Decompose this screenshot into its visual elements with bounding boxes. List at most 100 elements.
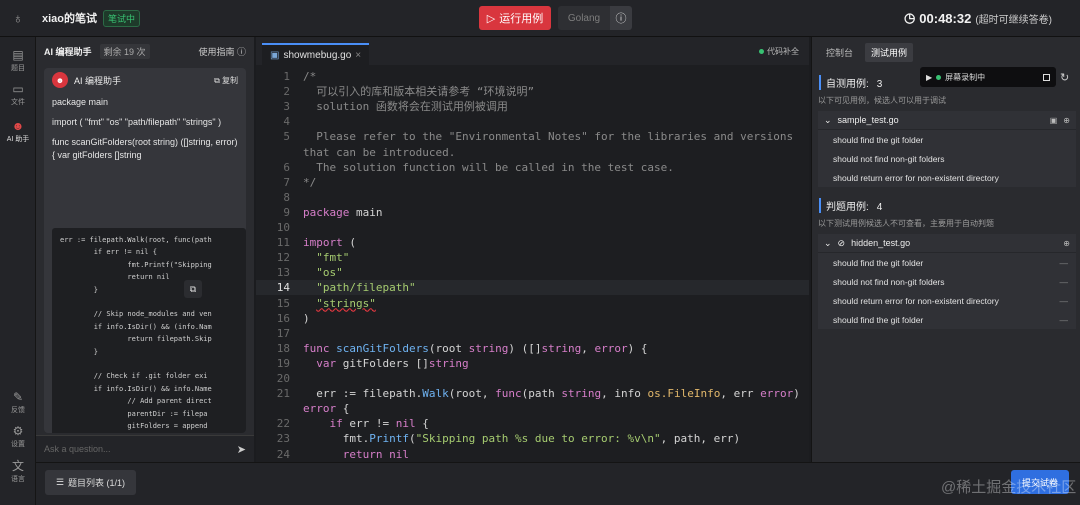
line-number: 20 — [276, 372, 290, 385]
line-number: 7 — [283, 175, 290, 189]
code-line[interactable]: 4 — [256, 114, 809, 129]
test-case-item[interactable]: should not find non-git folders — [818, 149, 1076, 168]
chat-message-header: ☻ AI 编程助手 ⧉ 复制 — [44, 68, 246, 92]
code-line[interactable]: error { — [256, 401, 809, 416]
rail-item-feedback[interactable]: ✎ 反馈 — [0, 391, 36, 415]
hidden-test-group: ⌄ ⊘ hidden_test.go ⊕ should find the git… — [818, 234, 1076, 329]
code-line[interactable]: 8 — [256, 190, 809, 205]
rail-item-settings[interactable]: ⚙ 设置 — [0, 425, 36, 449]
ai-question-input[interactable] — [44, 444, 224, 454]
code-line[interactable]: 1 /* — [256, 69, 809, 84]
code-text: solution 函数将会在测试用例被调用 — [303, 100, 508, 114]
code-line[interactable]: 6 The solution function will be called i… — [256, 160, 809, 175]
ai-question-bar: ➤ — [36, 435, 254, 462]
code-line[interactable]: 17 — [256, 326, 809, 341]
self-test-desc: 以下可见用例，候选人可以用于调试 — [818, 96, 946, 105]
chat-sender-name: AI 编程助手 — [74, 75, 122, 86]
stop-icon[interactable] — [1043, 73, 1050, 81]
code-text: that can be introduced. — [303, 145, 456, 159]
self-test-title: 自测用例: 3 — [819, 75, 882, 90]
recording-label: 屏幕录制中 — [945, 72, 986, 82]
line-number: 15 — [276, 296, 290, 310]
code-line[interactable]: 3 solution 函数将会在测试用例被调用 — [256, 99, 809, 114]
camera-icon: ▶ — [926, 72, 933, 82]
test-case-item[interactable]: should return error for non-existent dir… — [818, 291, 1076, 310]
rail-label: 文件 — [11, 99, 25, 106]
code-line[interactable]: 14 "path/filepath" — [256, 280, 809, 296]
code-text: 可以引入的库和版本相关请参考 “环境说明” — [303, 85, 535, 99]
code-line[interactable]: 11 import ( — [256, 235, 809, 250]
chat-paragraph: func scanGitFolders(root string) ([]stri… — [52, 137, 238, 160]
test-case-label: should return error for non-existent dir… — [833, 172, 999, 183]
code-text: var gitFolders []string — [316, 356, 469, 370]
chevron-down-icon: ⌄ — [824, 114, 832, 125]
refresh-icon[interactable]: ↻ — [1060, 71, 1069, 84]
code-line[interactable]: 21 err := filepath.Walk(root, func(path … — [256, 386, 809, 401]
code-line[interactable]: 10 — [256, 220, 809, 235]
code-line[interactable]: 7 */ — [256, 175, 809, 190]
rail-item-problem[interactable]: ▤ 题目 — [0, 49, 36, 73]
code-text: import ( — [303, 236, 356, 250]
code-line[interactable]: 22 if err != nil { — [256, 416, 809, 431]
test-case-item[interactable]: should not find non-git folders — — [818, 272, 1076, 291]
problem-list-label: 题目列表 (1/1) — [68, 478, 126, 488]
copy-code-icon[interactable]: ⧉ — [184, 280, 202, 298]
code-line[interactable]: 2 可以引入的库和版本相关请参考 “环境说明” — [256, 84, 809, 99]
code-line[interactable]: 9 package main — [256, 205, 809, 220]
tab-showmebug-go[interactable]: ▣ showmebug.go × — [262, 43, 370, 65]
watermark: @稀土掘金技术社区 — [941, 479, 1077, 496]
play-icon: ▷ — [486, 12, 496, 25]
add-icon[interactable]: ⊕ — [1063, 116, 1070, 125]
code-area[interactable]: 1/* 2 可以引入的库和版本相关请参考 “环境说明” 3 solution 函数将… — [256, 69, 809, 462]
test-panel-tabs: 控制台 测试用例 — [812, 37, 1080, 67]
code-line[interactable]: 16) — [256, 311, 809, 326]
add-icon[interactable]: ⊕ — [1063, 239, 1070, 248]
code-line[interactable]: 15 "strings" — [256, 296, 809, 311]
close-tab-icon[interactable]: × — [355, 50, 361, 61]
problem-list-button[interactable]: ☰ 题目列表 (1/1) — [45, 470, 136, 495]
code-line[interactable]: 23 fmt.Printf("Skipping path %s due to e… — [256, 431, 809, 446]
info-icon[interactable]: ⓘ — [610, 6, 632, 30]
autocomplete-toggle[interactable]: 代码补全 — [759, 46, 799, 57]
judge-test-title: 判题用例: 4 — [819, 198, 882, 213]
code-line[interactable]: 24 return nil — [256, 447, 809, 462]
save-icon[interactable]: ▣ — [1050, 116, 1058, 125]
tab-test-cases[interactable]: 测试用例 — [865, 42, 914, 62]
code-text: ) — [303, 311, 310, 325]
go-file-icon: ▣ — [270, 49, 280, 61]
run-tests-button[interactable]: ▷ 运行用例 — [479, 6, 551, 30]
rail-item-language[interactable]: 文 语言 — [0, 460, 36, 484]
line-number: 24 — [276, 447, 290, 461]
gear-icon: ⚙ — [12, 424, 24, 438]
rail-item-ai-assistant[interactable]: ☻ AI 助手 — [0, 120, 36, 144]
code-text: "fmt" — [316, 251, 350, 265]
eye-off-icon: ⊘ — [837, 237, 846, 248]
hidden-test-header[interactable]: ⌄ ⊘ hidden_test.go ⊕ — [818, 234, 1076, 253]
code-line[interactable]: 18 func scanGitFolders(root string) ([]st… — [256, 341, 809, 356]
code-line[interactable]: 5 Please refer to the "Environmental Not… — [256, 129, 809, 144]
test-case-item[interactable]: should find the git folder — [818, 130, 1076, 149]
test-case-item[interactable]: should find the git folder — — [818, 253, 1076, 272]
tab-console[interactable]: 控制台 — [820, 43, 859, 62]
test-case-item[interactable]: should return error for non-existent dir… — [818, 168, 1076, 187]
code-text: "strings" — [316, 296, 376, 310]
language-select[interactable]: Golang — [558, 6, 610, 30]
code-line[interactable]: 12 "fmt" — [256, 250, 809, 265]
bottom-bar: ☰ 题目列表 (1/1) 提交试卷 @稀土掘金技术社区 — [36, 462, 1080, 505]
code-line[interactable]: 19 var gitFolders []string — [256, 356, 809, 371]
copy-button[interactable]: ⧉ 复制 — [214, 75, 238, 86]
code-text: fmt.Printf("Skipping path %s due to erro… — [342, 432, 741, 446]
code-line[interactable]: 13 "os" — [256, 265, 809, 280]
line-number: 11 — [276, 236, 290, 250]
copy-label: 复制 — [222, 75, 238, 85]
rail-label: 题目 — [11, 65, 25, 72]
test-case-item[interactable]: should find the git folder — — [818, 310, 1076, 329]
code-line[interactable]: 20 — [256, 371, 809, 386]
rail-item-files[interactable]: ▭ 文件 — [0, 83, 36, 107]
code-line[interactable]: that can be introduced. — [256, 145, 809, 160]
line-number: 1 — [283, 70, 290, 83]
send-icon[interactable]: ➤ — [237, 443, 246, 456]
guide-link[interactable]: 使用指南 ⓘ — [198, 45, 246, 58]
sample-test-header[interactable]: ⌄ sample_test.go ▣ ⊕ — [818, 111, 1076, 130]
code-text: err := filepath.Walk(root, func(path str… — [316, 387, 800, 401]
